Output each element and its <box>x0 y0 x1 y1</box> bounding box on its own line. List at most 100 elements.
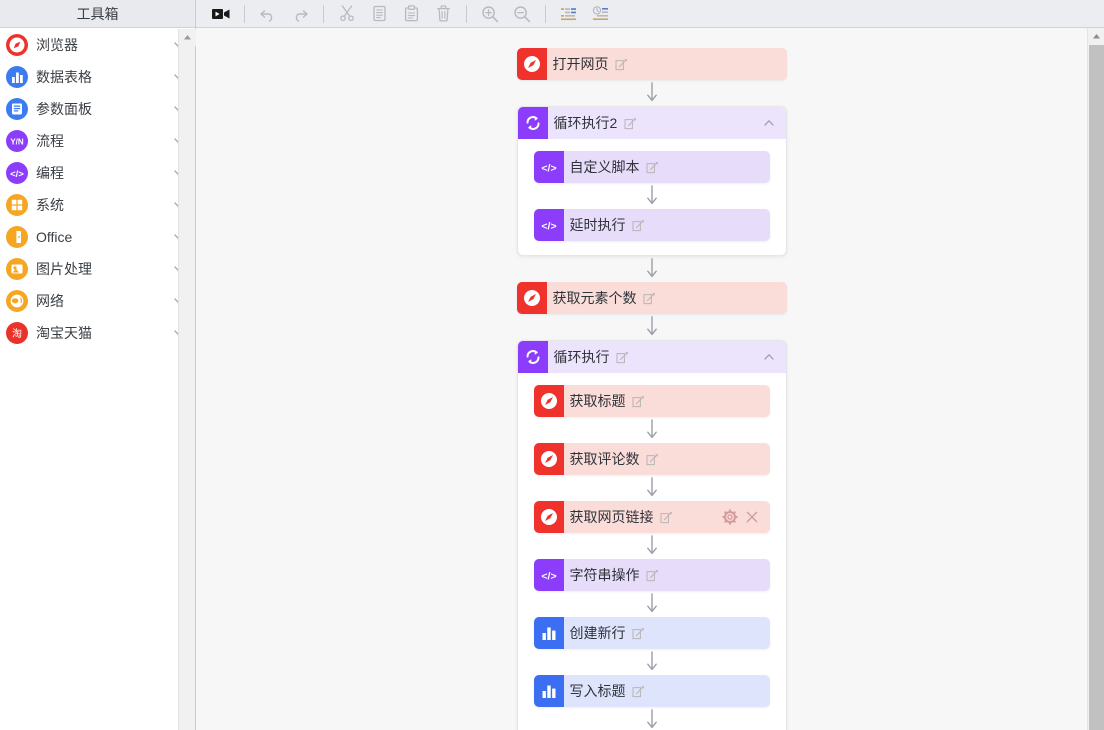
close-icon[interactable] <box>744 509 760 525</box>
flow-loop-label: 循环执行2 <box>553 115 618 131</box>
document-icon <box>6 98 28 120</box>
flow-node[interactable]: 写入标题 <box>533 675 770 707</box>
edit-square-icon[interactable] <box>646 160 660 174</box>
toolbox-category-list: 浏览器 数据表格参数面板 Y/N 流程 </> 编程系统 Office 图片处理网络淘 淘宝天猫 <box>0 28 195 730</box>
sidebar-item-9[interactable]: 网络 <box>0 285 195 317</box>
loop-node-icon <box>517 341 548 373</box>
sidebar-item-5[interactable]: </> 编程 <box>0 157 195 189</box>
flow-node[interactable]: 获取标题 <box>533 385 770 417</box>
undo-button[interactable] <box>253 2 283 26</box>
flow-node[interactable]: 获取元素个数 <box>516 282 787 314</box>
flow-node[interactable]: 创建新行 <box>533 617 770 649</box>
chevron-up-icon[interactable] <box>756 110 782 136</box>
browser-node-icon <box>516 48 547 80</box>
canvas-scrollbar[interactable] <box>1087 28 1104 730</box>
sidebar-item-7[interactable]: Office <box>0 221 195 253</box>
cut-button[interactable] <box>332 2 362 26</box>
canvas-scroll-up-arrow[interactable] <box>1088 28 1104 45</box>
edit-square-icon[interactable] <box>646 452 660 466</box>
collapse-all-button[interactable] <box>554 2 584 26</box>
svg-text:</>: </> <box>541 571 556 583</box>
flow-loop-label: 循环执行 <box>553 349 610 365</box>
edit-square-icon[interactable] <box>646 568 660 582</box>
edit-square-icon[interactable] <box>616 350 630 364</box>
flow-node-label: 延时执行 <box>569 217 626 233</box>
sidebar-item-3[interactable]: 参数面板 <box>0 93 195 125</box>
redo-icon <box>291 6 309 22</box>
flow-node-label: 打开网页 <box>552 56 609 72</box>
image-icon <box>6 258 28 280</box>
browser-node-icon <box>533 385 564 417</box>
flow-canvas[interactable]: 打开网页 循环执行2 </> 自定义脚本 </> 延时执行 获取元素个数 循环执行 获取标题 获取… <box>196 28 1087 730</box>
sidebar-scrollbar[interactable] <box>178 29 196 730</box>
edit-square-icon[interactable] <box>632 218 646 232</box>
code-node-icon: </> <box>533 209 564 241</box>
flow-node[interactable]: </> 自定义脚本 <box>533 151 770 183</box>
zoom-in-icon <box>481 5 499 23</box>
flow-node-label: 自定义脚本 <box>569 159 640 175</box>
bar-chart-icon <box>6 66 28 88</box>
edit-square-icon[interactable] <box>632 394 646 408</box>
edit-square-icon[interactable] <box>632 684 646 698</box>
sidebar-item-1[interactable]: 浏览器 <box>0 29 195 61</box>
flow-connector-arrow <box>534 707 770 730</box>
flow-canvas-wrap: 打开网页 循环执行2 </> 自定义脚本 </> 延时执行 获取元素个数 循环执行 获取标题 获取… <box>196 28 1104 730</box>
flow-loop-body: 获取标题获取评论数获取网页链接</>字符串操作创建新行写入标题写入到评论数 <box>517 373 786 730</box>
sidebar-item-10[interactable]: 淘 淘宝天猫 <box>0 317 195 349</box>
svg-text:淘: 淘 <box>12 327 22 340</box>
sidebar-item-label: 图片处理 <box>36 261 92 277</box>
editor-toolbar <box>196 0 1104 28</box>
sidebar-item-8[interactable]: 图片处理 <box>0 253 195 285</box>
code-icon: </> <box>6 162 28 184</box>
flow-node-label: 字符串操作 <box>569 567 640 583</box>
sidebar-item-label: Office <box>36 229 73 245</box>
toolbar-separator <box>545 4 546 23</box>
expand-all-button[interactable] <box>586 2 616 26</box>
flow-connector-arrow <box>534 475 770 501</box>
globe-icon <box>6 290 28 312</box>
canvas-scroll-thumb[interactable] <box>1089 45 1104 730</box>
redo-button[interactable] <box>285 2 315 26</box>
loop-node-icon <box>517 107 548 139</box>
flow-node[interactable]: 打开网页 <box>516 48 787 80</box>
run-record-button[interactable] <box>206 2 236 26</box>
code-node-icon: </> <box>533 559 564 591</box>
flow-node[interactable]: </> 字符串操作 <box>533 559 770 591</box>
flow-loop-container[interactable]: 循环执行2 </> 自定义脚本 </> 延时执行 <box>516 106 787 256</box>
edit-square-icon[interactable] <box>623 116 637 130</box>
flow-loop-header[interactable]: 循环执行2 <box>517 107 786 139</box>
gear-icon[interactable] <box>721 509 738 525</box>
flow-loop-header[interactable]: 循环执行 <box>517 341 786 373</box>
flow-connector-arrow <box>534 591 770 617</box>
svg-text:</>: </> <box>541 221 556 233</box>
chevron-up-icon[interactable] <box>756 344 782 370</box>
sidebar-scroll-up-arrow[interactable] <box>179 29 196 46</box>
toolbar-separator <box>466 4 467 23</box>
paste-button[interactable] <box>396 2 426 26</box>
sidebar-item-label: 系统 <box>36 197 64 213</box>
edit-square-icon[interactable] <box>615 57 629 71</box>
flow-node[interactable]: </> 延时执行 <box>533 209 770 241</box>
yes-no-icon: Y/N <box>6 130 28 152</box>
flow-node-label: 获取元素个数 <box>552 290 637 306</box>
zoom-in-button[interactable] <box>475 2 505 26</box>
flow-loop-container[interactable]: 循环执行获取标题获取评论数获取网页链接</>字符串操作创建新行写入标题写入到评论… <box>516 340 787 730</box>
svg-text:</>: </> <box>10 169 24 180</box>
edit-square-icon[interactable] <box>632 626 646 640</box>
browser-node-icon <box>533 443 564 475</box>
sidebar-item-label: 参数面板 <box>36 101 92 117</box>
edit-square-icon[interactable] <box>643 291 657 305</box>
sidebar-item-6[interactable]: 系统 <box>0 189 195 221</box>
delete-button[interactable] <box>428 2 458 26</box>
sidebar-item-2[interactable]: 数据表格 <box>0 61 195 93</box>
edit-square-icon[interactable] <box>660 510 674 524</box>
copy-button[interactable] <box>364 2 394 26</box>
trash-icon <box>436 5 451 22</box>
flow-node[interactable]: 获取网页链接 <box>533 501 770 533</box>
flow-node[interactable]: 获取评论数 <box>533 443 770 475</box>
sidebar-item-label: 淘宝天猫 <box>36 325 92 341</box>
video-camera-icon <box>211 6 231 22</box>
zoom-out-button[interactable] <box>507 2 537 26</box>
flow-root: 打开网页 循环执行2 </> 自定义脚本 </> 延时执行 获取元素个数 循环执行 获取标题 获取… <box>516 28 787 730</box>
sidebar-item-4[interactable]: Y/N 流程 <box>0 125 195 157</box>
